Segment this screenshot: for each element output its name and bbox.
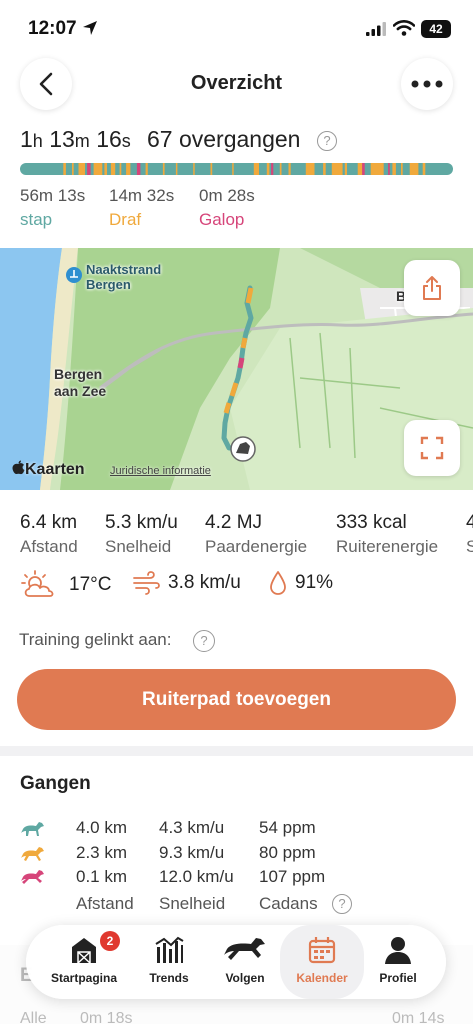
gait-segment-trot (279, 163, 282, 175)
tab-trends[interactable]: Trends (130, 925, 208, 999)
gait-segment-trot (162, 163, 165, 175)
route-map[interactable]: Naaktstrand Bergen Bergen aan Zee B Kaarte… (0, 248, 473, 490)
gait-segment-trot (288, 163, 291, 175)
metric-distance: 6.4 km Afstand (20, 512, 78, 556)
maps-brand: Kaarten (12, 460, 85, 479)
gait-segment-trot (78, 163, 85, 175)
peek-row-value-1: 0m 18s (80, 1010, 133, 1024)
metric-rider-energy: 333 kcal Ruiterenergie (336, 512, 439, 556)
section-divider (0, 746, 473, 756)
tab-profiel[interactable]: Profiel (366, 925, 430, 999)
gait-footer-cadence: Cadans (259, 894, 318, 913)
transitions-help-icon[interactable]: ? (317, 131, 337, 151)
gait-segment-canter (388, 163, 390, 175)
tab-volgen[interactable]: Volgen (210, 925, 280, 999)
share-icon (423, 276, 441, 300)
cellular-signal-icon (366, 22, 386, 36)
gait-timeline-graphic (63, 163, 426, 175)
apple-logo-icon (12, 460, 25, 475)
gait-segment-trot (126, 163, 131, 175)
horse-trot-icon (21, 847, 44, 861)
person-icon (385, 937, 411, 964)
gait-segment-trot (119, 163, 122, 175)
metric-partial: 4 S (466, 512, 473, 556)
expand-icon (420, 436, 444, 460)
horse-canter-icon (21, 870, 44, 884)
gait-segment-trot (266, 163, 270, 175)
gait-row-walk: 4.0 km 4.3 km/u 54 ppm (0, 818, 473, 842)
weather-temperature: 17°C (19, 570, 111, 600)
gait-segment-trot (175, 163, 178, 175)
wifi-icon (393, 20, 415, 36)
gait-segment-trot (331, 163, 343, 175)
peek-row-label: Alle (20, 1010, 47, 1024)
gait-segment-canter (271, 163, 274, 175)
gait-segment-canter (136, 163, 141, 175)
gait-stat-canter: 0m 28s Galop (199, 186, 255, 229)
metric-horse-energy: 4.2 MJ Paardenergie (205, 512, 308, 556)
gait-segment-trot (401, 163, 403, 175)
gaits-section-title: Gangen (20, 773, 91, 794)
gait-stat-walk: 56m 13s stap (20, 186, 86, 229)
gait-row-canter: 0.1 km 12.0 km/u 107 ppm (0, 867, 473, 891)
gait-timeline-bar (20, 163, 453, 175)
map-label-town: Bergen aan Zee (54, 366, 107, 399)
gait-segment-trot (344, 163, 347, 175)
horse-icon (224, 938, 265, 960)
legal-link[interactable]: Juridische informatie (110, 465, 211, 477)
barn-icon (72, 938, 96, 964)
linked-training-help-icon[interactable]: ? (193, 630, 215, 652)
gait-segment-trot (63, 163, 66, 175)
transitions-count: 67 overgangen (147, 126, 301, 152)
gait-segment-trot (145, 163, 148, 175)
gait-segment-trot (422, 163, 426, 175)
location-arrow-icon (83, 21, 97, 35)
gait-segment-trot (93, 163, 103, 175)
add-trail-button[interactable]: Ruiterpad toevoegen (17, 669, 456, 730)
gait-segment-trot (409, 163, 419, 175)
tab-startpagina[interactable]: 2 Startpagina (44, 925, 124, 999)
weather-humidity: 91% (269, 570, 333, 596)
gait-footer-speed: Snelheid (159, 894, 226, 913)
peek-row-value-2: 0m 14s (392, 1010, 445, 1024)
battery-indicator: 42 (421, 20, 451, 38)
wind-icon (133, 571, 160, 595)
ellipsis-icon (411, 80, 443, 88)
status-time: 12:07 (28, 18, 77, 39)
gait-segment-canter (362, 163, 365, 175)
linked-training-label: Training gelinkt aan: (19, 630, 172, 649)
partly-cloudy-icon (21, 570, 54, 597)
gait-segment-trot (110, 163, 116, 175)
gait-segment-trot (72, 163, 74, 175)
notification-badge: 2 (100, 931, 120, 951)
gait-segment-trot (232, 163, 234, 175)
trends-icon (155, 936, 184, 963)
map-label-beach: Naaktstrand Bergen (86, 262, 162, 292)
weather-wind: 3.8 km/u (132, 570, 241, 596)
gait-segment-trot (305, 163, 315, 175)
status-bar: 12:07 42 (0, 0, 473, 52)
gait-segment-trot (193, 163, 195, 175)
tab-kalender[interactable]: Kalender (280, 925, 364, 999)
expand-map-button[interactable] (404, 420, 460, 476)
gait-segment-trot (370, 163, 384, 175)
gait-segment-trot (104, 163, 107, 175)
calendar-icon (308, 937, 336, 964)
gait-segment-trot (323, 163, 326, 175)
gait-segment-trot (392, 163, 396, 175)
total-duration: 1h 13m 16s (20, 126, 131, 152)
more-options-button[interactable] (401, 58, 453, 110)
metric-speed: 5.3 km/u Snelheid (105, 512, 178, 556)
horse-walk-icon (21, 822, 44, 836)
share-button[interactable] (404, 260, 460, 316)
gait-stat-trot: 14m 32s Draf (109, 186, 175, 229)
gait-row-trot: 2.3 km 9.3 km/u 80 ppm (0, 843, 473, 867)
gait-segment-trot (210, 163, 213, 175)
gait-segment-canter (87, 163, 91, 175)
gait-footer-distance: Afstand (76, 894, 134, 913)
tab-bar: 2 Startpagina Trends Volgen Kalender Pro… (26, 925, 446, 999)
gait-segment-trot (253, 163, 259, 175)
cadence-help-icon[interactable]: ? (332, 894, 352, 914)
droplet-icon (270, 571, 286, 595)
